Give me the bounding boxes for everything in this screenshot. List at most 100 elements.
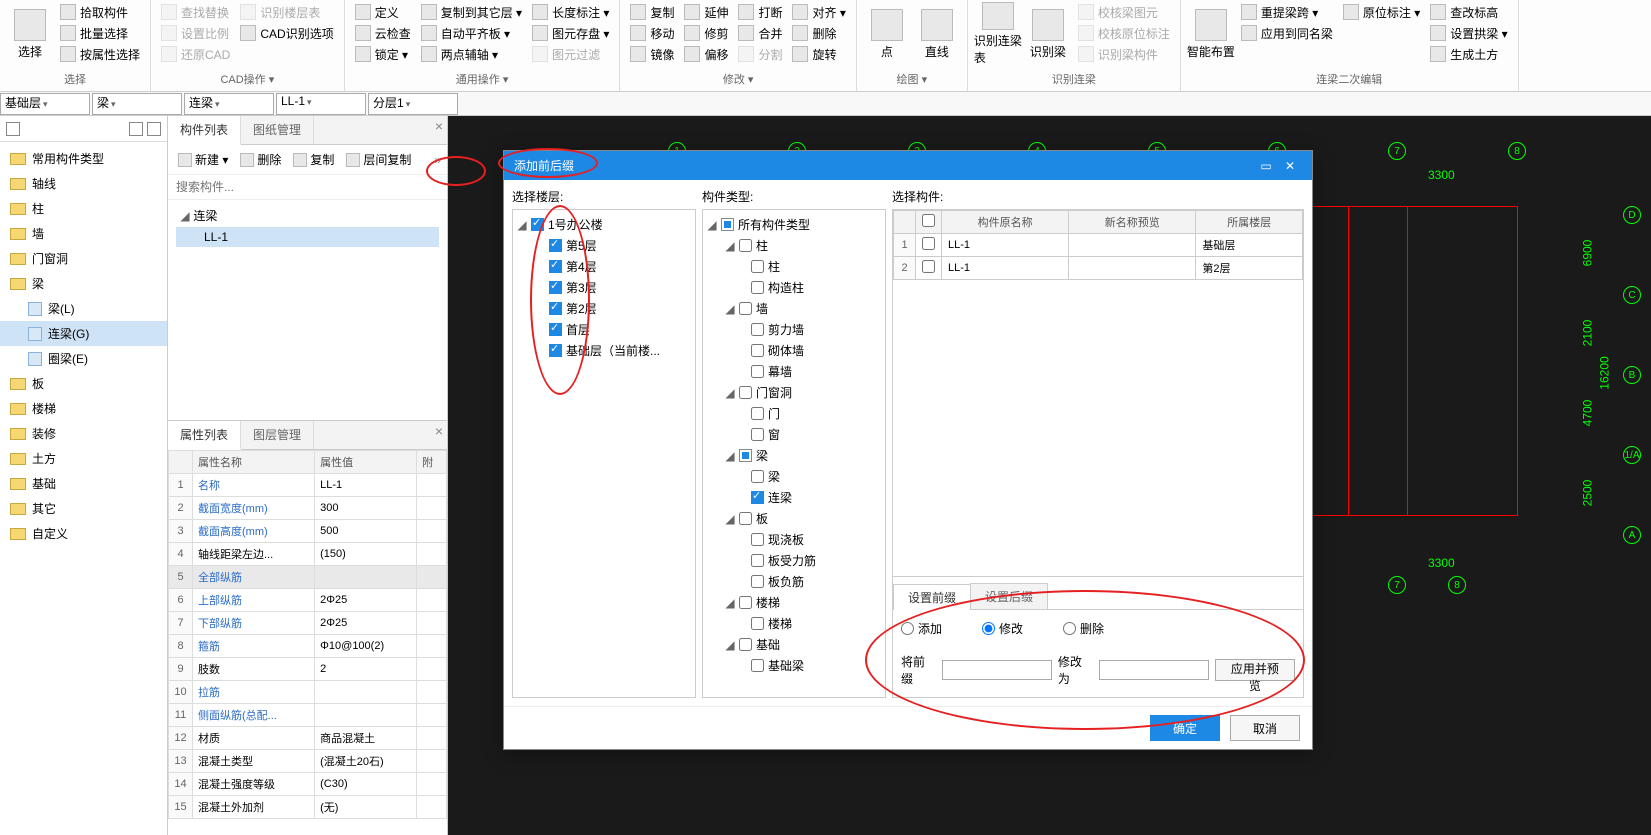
- dialog-close-icon[interactable]: ✕: [1278, 159, 1302, 173]
- view-toggle2-icon[interactable]: [147, 122, 161, 136]
- property-row[interactable]: 12材质商品混凝土: [169, 727, 447, 750]
- category-filter-combo[interactable]: 梁▾: [92, 93, 182, 115]
- apply-preview-button[interactable]: 应用并预览: [1215, 659, 1295, 681]
- move-button[interactable]: 移动: [626, 23, 678, 43]
- new-component-button[interactable]: 新建 ▾: [174, 149, 232, 170]
- nav-item-7[interactable]: 楼梯: [0, 396, 167, 421]
- copy-component-button[interactable]: 复制: [289, 149, 338, 170]
- type-checkbox[interactable]: [751, 344, 764, 357]
- radio-delete[interactable]: 删除: [1063, 620, 1104, 637]
- grid-row[interactable]: 2LL-1第2层: [894, 257, 1303, 280]
- close-pane-icon[interactable]: ×: [435, 118, 443, 134]
- property-row[interactable]: 4轴线距梁左边...(150): [169, 543, 447, 566]
- nav-item-5[interactable]: 梁: [0, 271, 167, 296]
- mirror-button[interactable]: 镜像: [626, 44, 678, 64]
- apply-same-name-button[interactable]: 应用到同名梁: [1237, 23, 1337, 43]
- type-filter-combo[interactable]: 连梁▾: [184, 93, 274, 115]
- interlayer-copy-button[interactable]: 层间复制: [342, 149, 415, 170]
- offset-button[interactable]: 偏移: [680, 44, 732, 64]
- type-group-checkbox[interactable]: [739, 638, 752, 651]
- component-tree-item[interactable]: LL-1: [176, 227, 439, 247]
- select-big-button[interactable]: 选择: [6, 2, 54, 66]
- tab-set-prefix[interactable]: 设置前缀: [893, 584, 971, 610]
- pick-component-button[interactable]: 拾取构件: [56, 2, 144, 22]
- nav-item-11[interactable]: 其它: [0, 496, 167, 521]
- property-row[interactable]: 1名称LL-1: [169, 474, 447, 497]
- property-row[interactable]: 8箍筋Φ10@100(2): [169, 635, 447, 658]
- type-checkbox[interactable]: [751, 281, 764, 294]
- type-checkbox[interactable]: [751, 365, 764, 378]
- reextract-span-button[interactable]: 重提梁跨 ▾: [1237, 2, 1337, 22]
- nav-item-4[interactable]: 门窗洞: [0, 246, 167, 271]
- property-row[interactable]: 7下部纵筋2Φ25: [169, 612, 447, 635]
- copy-button[interactable]: 复制: [626, 2, 678, 22]
- dialog-maximize-icon[interactable]: ▭: [1254, 159, 1278, 173]
- type-checkbox[interactable]: [751, 659, 764, 672]
- type-group-checkbox[interactable]: [739, 239, 752, 252]
- type-group-checkbox[interactable]: [739, 512, 752, 525]
- property-table[interactable]: 属性名称属性值附 1名称LL-12截面宽度(mm)3003截面高度(mm)500…: [168, 450, 447, 819]
- type-checkbox[interactable]: [751, 260, 764, 273]
- grid-row[interactable]: 1LL-1基础层: [894, 234, 1303, 257]
- nav-item-12[interactable]: 自定义: [0, 521, 167, 546]
- auto-align-slab-button[interactable]: 自动平齐板 ▾: [417, 23, 526, 43]
- type-checkbox[interactable]: [751, 428, 764, 441]
- type-checkbox[interactable]: [751, 470, 764, 483]
- component-filter-combo[interactable]: LL-1▾: [276, 93, 366, 115]
- floor-checkbox[interactable]: [549, 302, 562, 315]
- nav-subitem[interactable]: 圈梁(E): [0, 346, 167, 371]
- rotate-button[interactable]: 旋转: [788, 44, 849, 64]
- select-all-checkbox[interactable]: [922, 214, 935, 227]
- ok-button[interactable]: 确定: [1150, 715, 1220, 741]
- type-group-checkbox[interactable]: [739, 596, 752, 609]
- length-annotation-button[interactable]: 长度标注 ▾: [528, 2, 613, 22]
- type-checkbox[interactable]: [751, 323, 764, 336]
- property-row[interactable]: 6上部纵筋2Φ25: [169, 589, 447, 612]
- select-by-property-button[interactable]: 按属性选择: [56, 44, 144, 64]
- nav-item-1[interactable]: 轴线: [0, 171, 167, 196]
- type-checkbox[interactable]: [751, 491, 764, 504]
- component-tree-root[interactable]: ◢ 连梁: [176, 204, 439, 227]
- batch-select-button[interactable]: 批量选择: [56, 23, 144, 43]
- copy-to-other-floor-button[interactable]: 复制到其它层 ▾: [417, 2, 526, 22]
- floor-checkbox[interactable]: [549, 281, 562, 294]
- nav-item-10[interactable]: 基础: [0, 471, 167, 496]
- point-button[interactable]: 点: [863, 2, 911, 66]
- delete-component-button[interactable]: 删除: [236, 149, 285, 170]
- pin-icon[interactable]: [6, 122, 20, 136]
- nav-subitem[interactable]: 梁(L): [0, 296, 167, 321]
- type-group-checkbox[interactable]: [739, 302, 752, 315]
- property-row[interactable]: 2截面宽度(mm)300: [169, 497, 447, 520]
- close-prop-pane-icon[interactable]: ×: [435, 423, 443, 439]
- layer-filter-combo[interactable]: 分层1▾: [368, 93, 458, 115]
- nav-item-8[interactable]: 装修: [0, 421, 167, 446]
- floor-tree-panel[interactable]: ◢1号办公楼第5层第4层第3层第2层首层基础层（当前楼...: [512, 209, 696, 698]
- nav-subitem[interactable]: 连梁(G): [0, 321, 167, 346]
- property-row[interactable]: 5全部纵筋: [169, 566, 447, 589]
- type-tree-panel[interactable]: ◢所有构件类型◢柱柱构造柱◢墙剪力墙砌体墙幕墙◢门窗洞门窗◢梁梁连梁◢板现浇板板…: [702, 209, 886, 698]
- cad-recognize-options-button[interactable]: CAD识别选项: [236, 23, 337, 43]
- cloud-check-button[interactable]: 云检查: [351, 23, 415, 43]
- trim-button[interactable]: 修剪: [680, 23, 732, 43]
- floor-checkbox[interactable]: [549, 344, 562, 357]
- define-button[interactable]: 定义: [351, 2, 415, 22]
- extend-button[interactable]: 延伸: [680, 2, 732, 22]
- property-row[interactable]: 14混凝土强度等级(C30): [169, 773, 447, 796]
- floor-checkbox[interactable]: [549, 239, 562, 252]
- type-checkbox[interactable]: [751, 575, 764, 588]
- check-elevation-button[interactable]: 查改标高: [1426, 2, 1511, 22]
- delete-button[interactable]: 删除: [788, 23, 849, 43]
- insitu-annotation-button[interactable]: 原位标注 ▾: [1339, 2, 1424, 22]
- lock-button[interactable]: 锁定 ▾: [351, 44, 415, 64]
- break-button[interactable]: 打断: [734, 2, 786, 22]
- prefix-from-input[interactable]: [942, 660, 1052, 680]
- type-checkbox[interactable]: [751, 407, 764, 420]
- more-icon[interactable]: »: [434, 153, 441, 167]
- search-component-input[interactable]: [174, 177, 441, 197]
- view-toggle-icon[interactable]: [129, 122, 143, 136]
- type-group-checkbox[interactable]: [739, 449, 752, 462]
- radio-modify[interactable]: 修改: [982, 620, 1023, 637]
- type-group-checkbox[interactable]: [739, 386, 752, 399]
- merge-button[interactable]: 合并: [734, 23, 786, 43]
- nav-item-6[interactable]: 板: [0, 371, 167, 396]
